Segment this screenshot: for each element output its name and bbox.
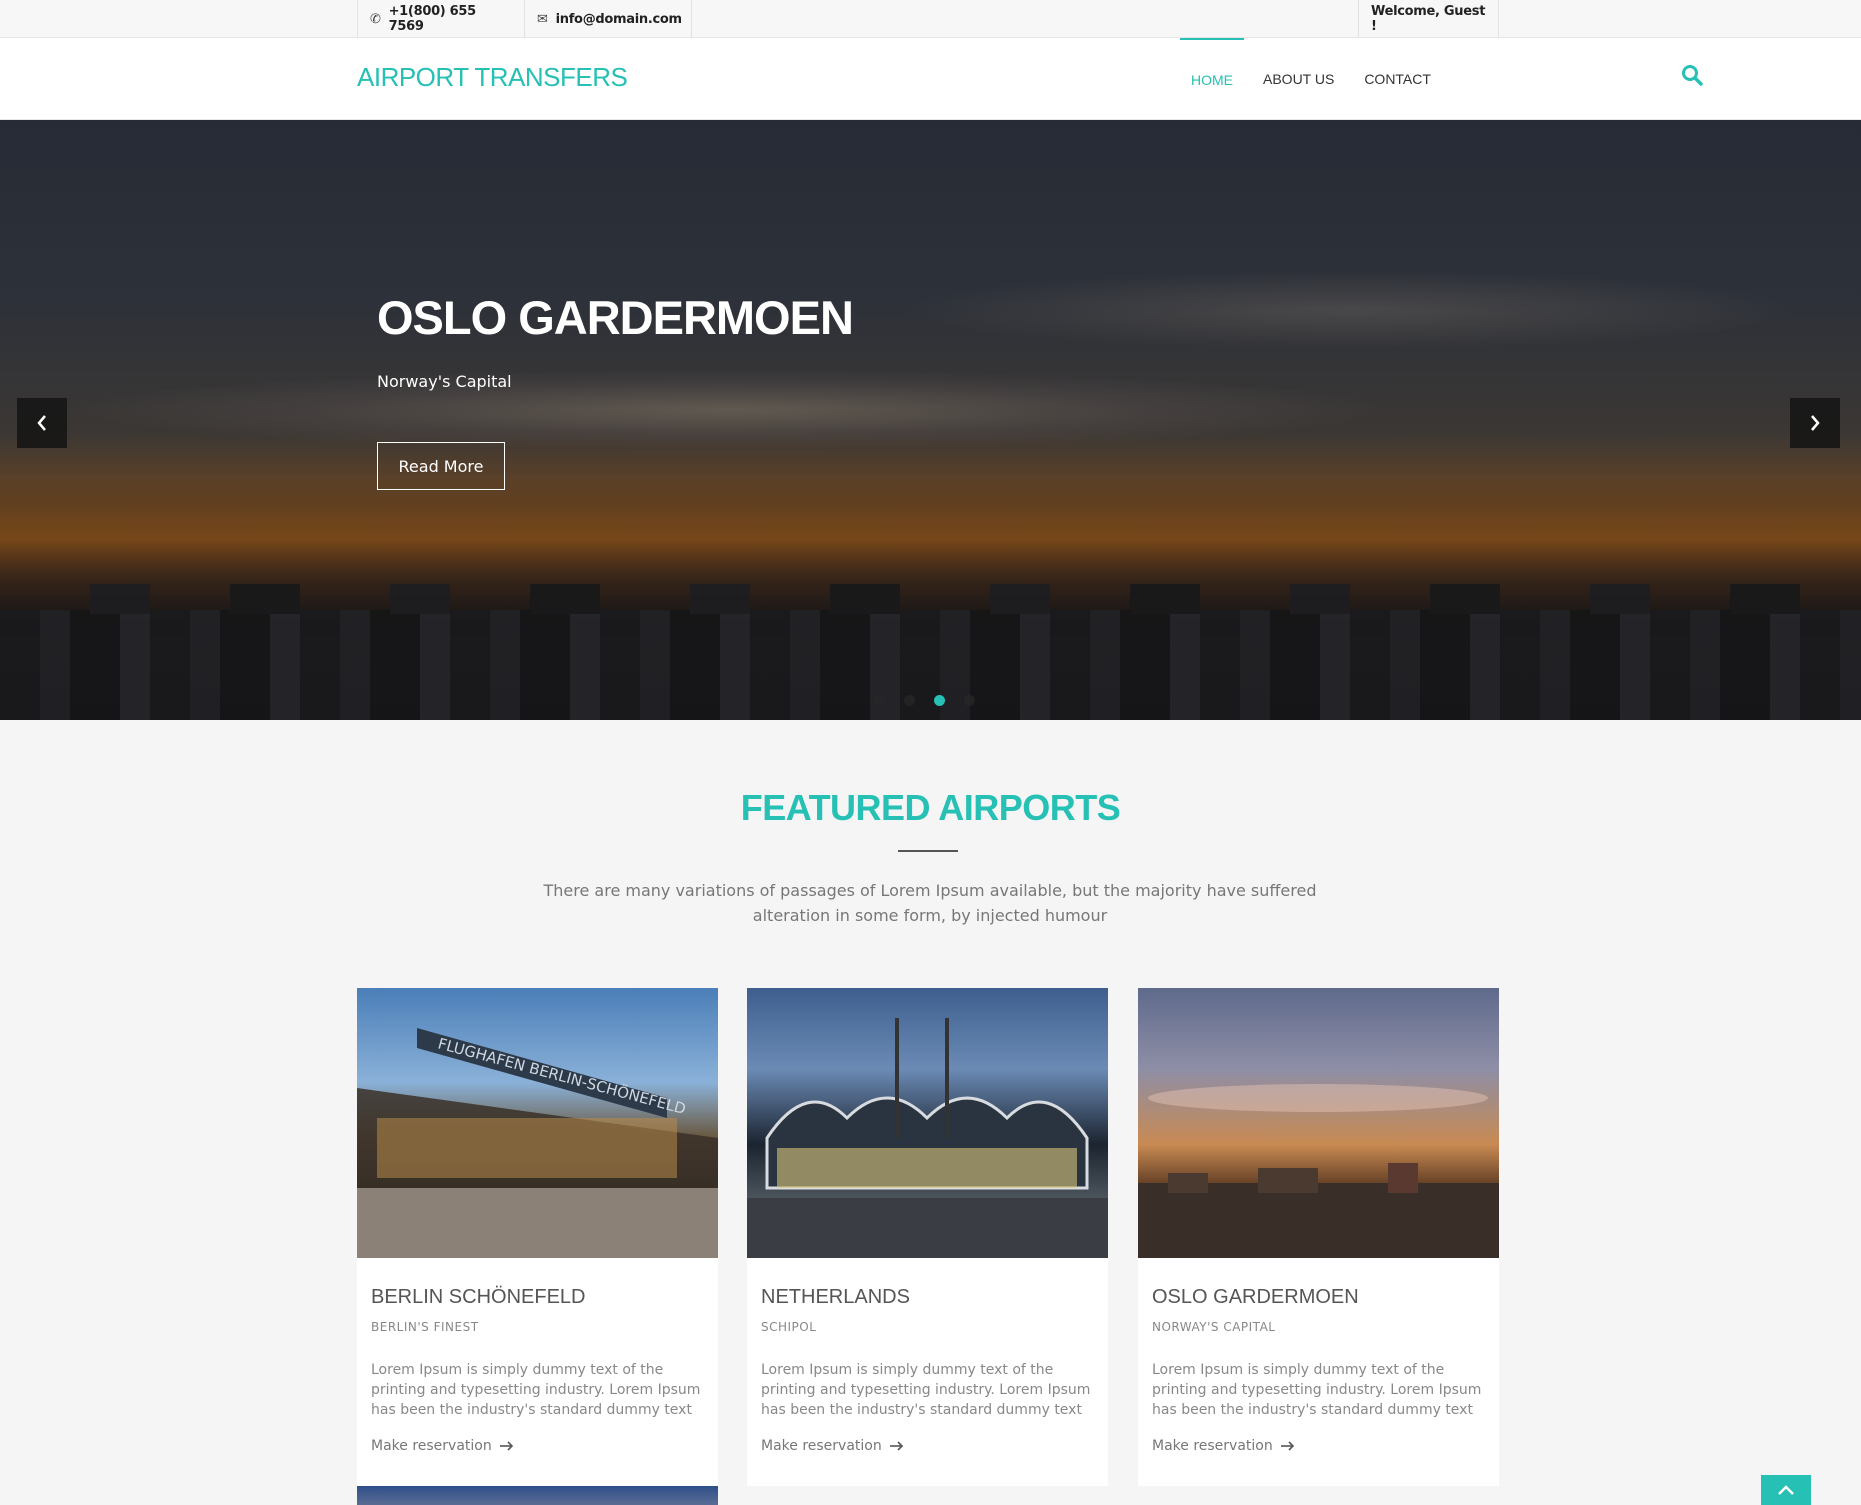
envelope-icon: ✉ <box>537 11 548 27</box>
make-reservation-link[interactable]: Make reservation <box>1152 1438 1295 1454</box>
card-title: NETHERLANDS <box>761 1286 910 1308</box>
slider-dot-2[interactable] <box>904 695 915 706</box>
airport-card-berlin: FLUGHAFEN BERLIN-SCHÖNEFELD BERLIN SCHÖN… <box>357 988 718 1486</box>
nav-home[interactable]: HOME <box>1180 38 1244 120</box>
section-divider <box>898 850 958 852</box>
welcome-message[interactable]: Welcome, Guest ! <box>1358 0 1499 38</box>
top-bar: ✆ +1(800) 655 7569 ✉ info@domain.com Wel… <box>0 0 1861 38</box>
arrow-right-icon <box>499 1441 513 1451</box>
phone-number: +1(800) 655 7569 <box>388 4 477 34</box>
chevron-up-icon <box>1778 1485 1794 1495</box>
welcome-text: Welcome, Guest ! <box>1371 4 1486 34</box>
nav-contact[interactable]: CONTACT <box>1353 38 1442 120</box>
section-description: There are many variations of passages of… <box>543 881 1317 925</box>
read-more-button[interactable]: Read More <box>377 442 505 490</box>
oslo-skyline-illustration <box>1138 1084 1499 1258</box>
card-text: Lorem Ipsum is simply dummy text of the … <box>371 1362 701 1418</box>
card-title: OSLO GARDERMOEN <box>1152 1286 1359 1308</box>
berlin-terminal-illustration: FLUGHAFEN BERLIN-SCHÖNEFELD <box>357 1028 718 1258</box>
chevron-right-icon <box>1811 415 1820 431</box>
hero-background <box>80 370 1380 450</box>
card-text: Lorem Ipsum is simply dummy text of the … <box>761 1362 1091 1418</box>
airport-image-berlin[interactable]: FLUGHAFEN BERLIN-SCHÖNEFELD <box>357 988 718 1258</box>
make-reservation-link[interactable]: Make reservation <box>761 1438 904 1454</box>
card-tag: NORWAY'S CAPITAL <box>1152 1320 1276 1334</box>
phone-contact[interactable]: ✆ +1(800) 655 7569 <box>357 0 525 38</box>
link-label: Make reservation <box>1152 1438 1273 1454</box>
search-icon <box>1682 65 1703 86</box>
scroll-to-top-button[interactable] <box>1761 1475 1811 1505</box>
slider-prev-button[interactable] <box>17 398 67 448</box>
site-header: AIRPORT TRANSFERS HOME ABOUT US CONTACT <box>0 38 1861 120</box>
hero-slider: OSLO GARDERMOEN Norway's Capital Read Mo… <box>0 120 1861 720</box>
link-label: Make reservation <box>371 1438 492 1454</box>
main-nav: HOME ABOUT US CONTACT <box>1180 38 1442 120</box>
airport-card-netherlands: NETHERLANDS SCHIPOL Lorem Ipsum is simpl… <box>747 988 1108 1486</box>
airport-image-netherlands[interactable] <box>747 988 1108 1258</box>
slider-dot-4[interactable] <box>964 695 975 706</box>
hero-subtitle: Norway's Capital <box>377 372 512 391</box>
card-title: BERLIN SCHÖNEFELD <box>371 1286 586 1308</box>
search-button[interactable] <box>1681 64 1707 90</box>
airport-card-oslo: OSLO GARDERMOEN NORWAY'S CAPITAL Lorem I… <box>1138 988 1499 1486</box>
hero-sky <box>900 270 1800 350</box>
slider-dot-3[interactable] <box>934 695 945 706</box>
slider-dots <box>874 695 994 706</box>
card-tag: BERLIN'S FINEST <box>371 1320 479 1334</box>
card-tag: SCHIPOL <box>761 1320 817 1334</box>
phone-icon: ✆ <box>370 11 381 27</box>
schipol-terminal-illustration <box>747 1018 1108 1258</box>
slider-dot-1[interactable] <box>874 695 885 706</box>
airport-card-next-partial[interactable] <box>357 1486 718 1505</box>
arrow-right-icon <box>889 1441 903 1451</box>
nav-about-us[interactable]: ABOUT US <box>1252 38 1345 120</box>
card-text: Lorem Ipsum is simply dummy text of the … <box>1152 1362 1482 1418</box>
slider-next-button[interactable] <box>1790 398 1840 448</box>
hero-title: OSLO GARDERMOEN <box>377 291 854 344</box>
chevron-left-icon <box>37 415 46 431</box>
site-logo[interactable]: AIRPORT TRANSFERS <box>357 62 628 93</box>
airport-image-oslo[interactable] <box>1138 988 1499 1258</box>
email-contact[interactable]: ✉ info@domain.com <box>524 0 692 38</box>
arrow-right-icon <box>1280 1441 1294 1451</box>
make-reservation-link[interactable]: Make reservation <box>371 1438 514 1454</box>
section-title: FEATURED AIRPORTS <box>740 787 1121 828</box>
link-label: Make reservation <box>761 1438 882 1454</box>
email-address: info@domain.com <box>555 11 682 27</box>
